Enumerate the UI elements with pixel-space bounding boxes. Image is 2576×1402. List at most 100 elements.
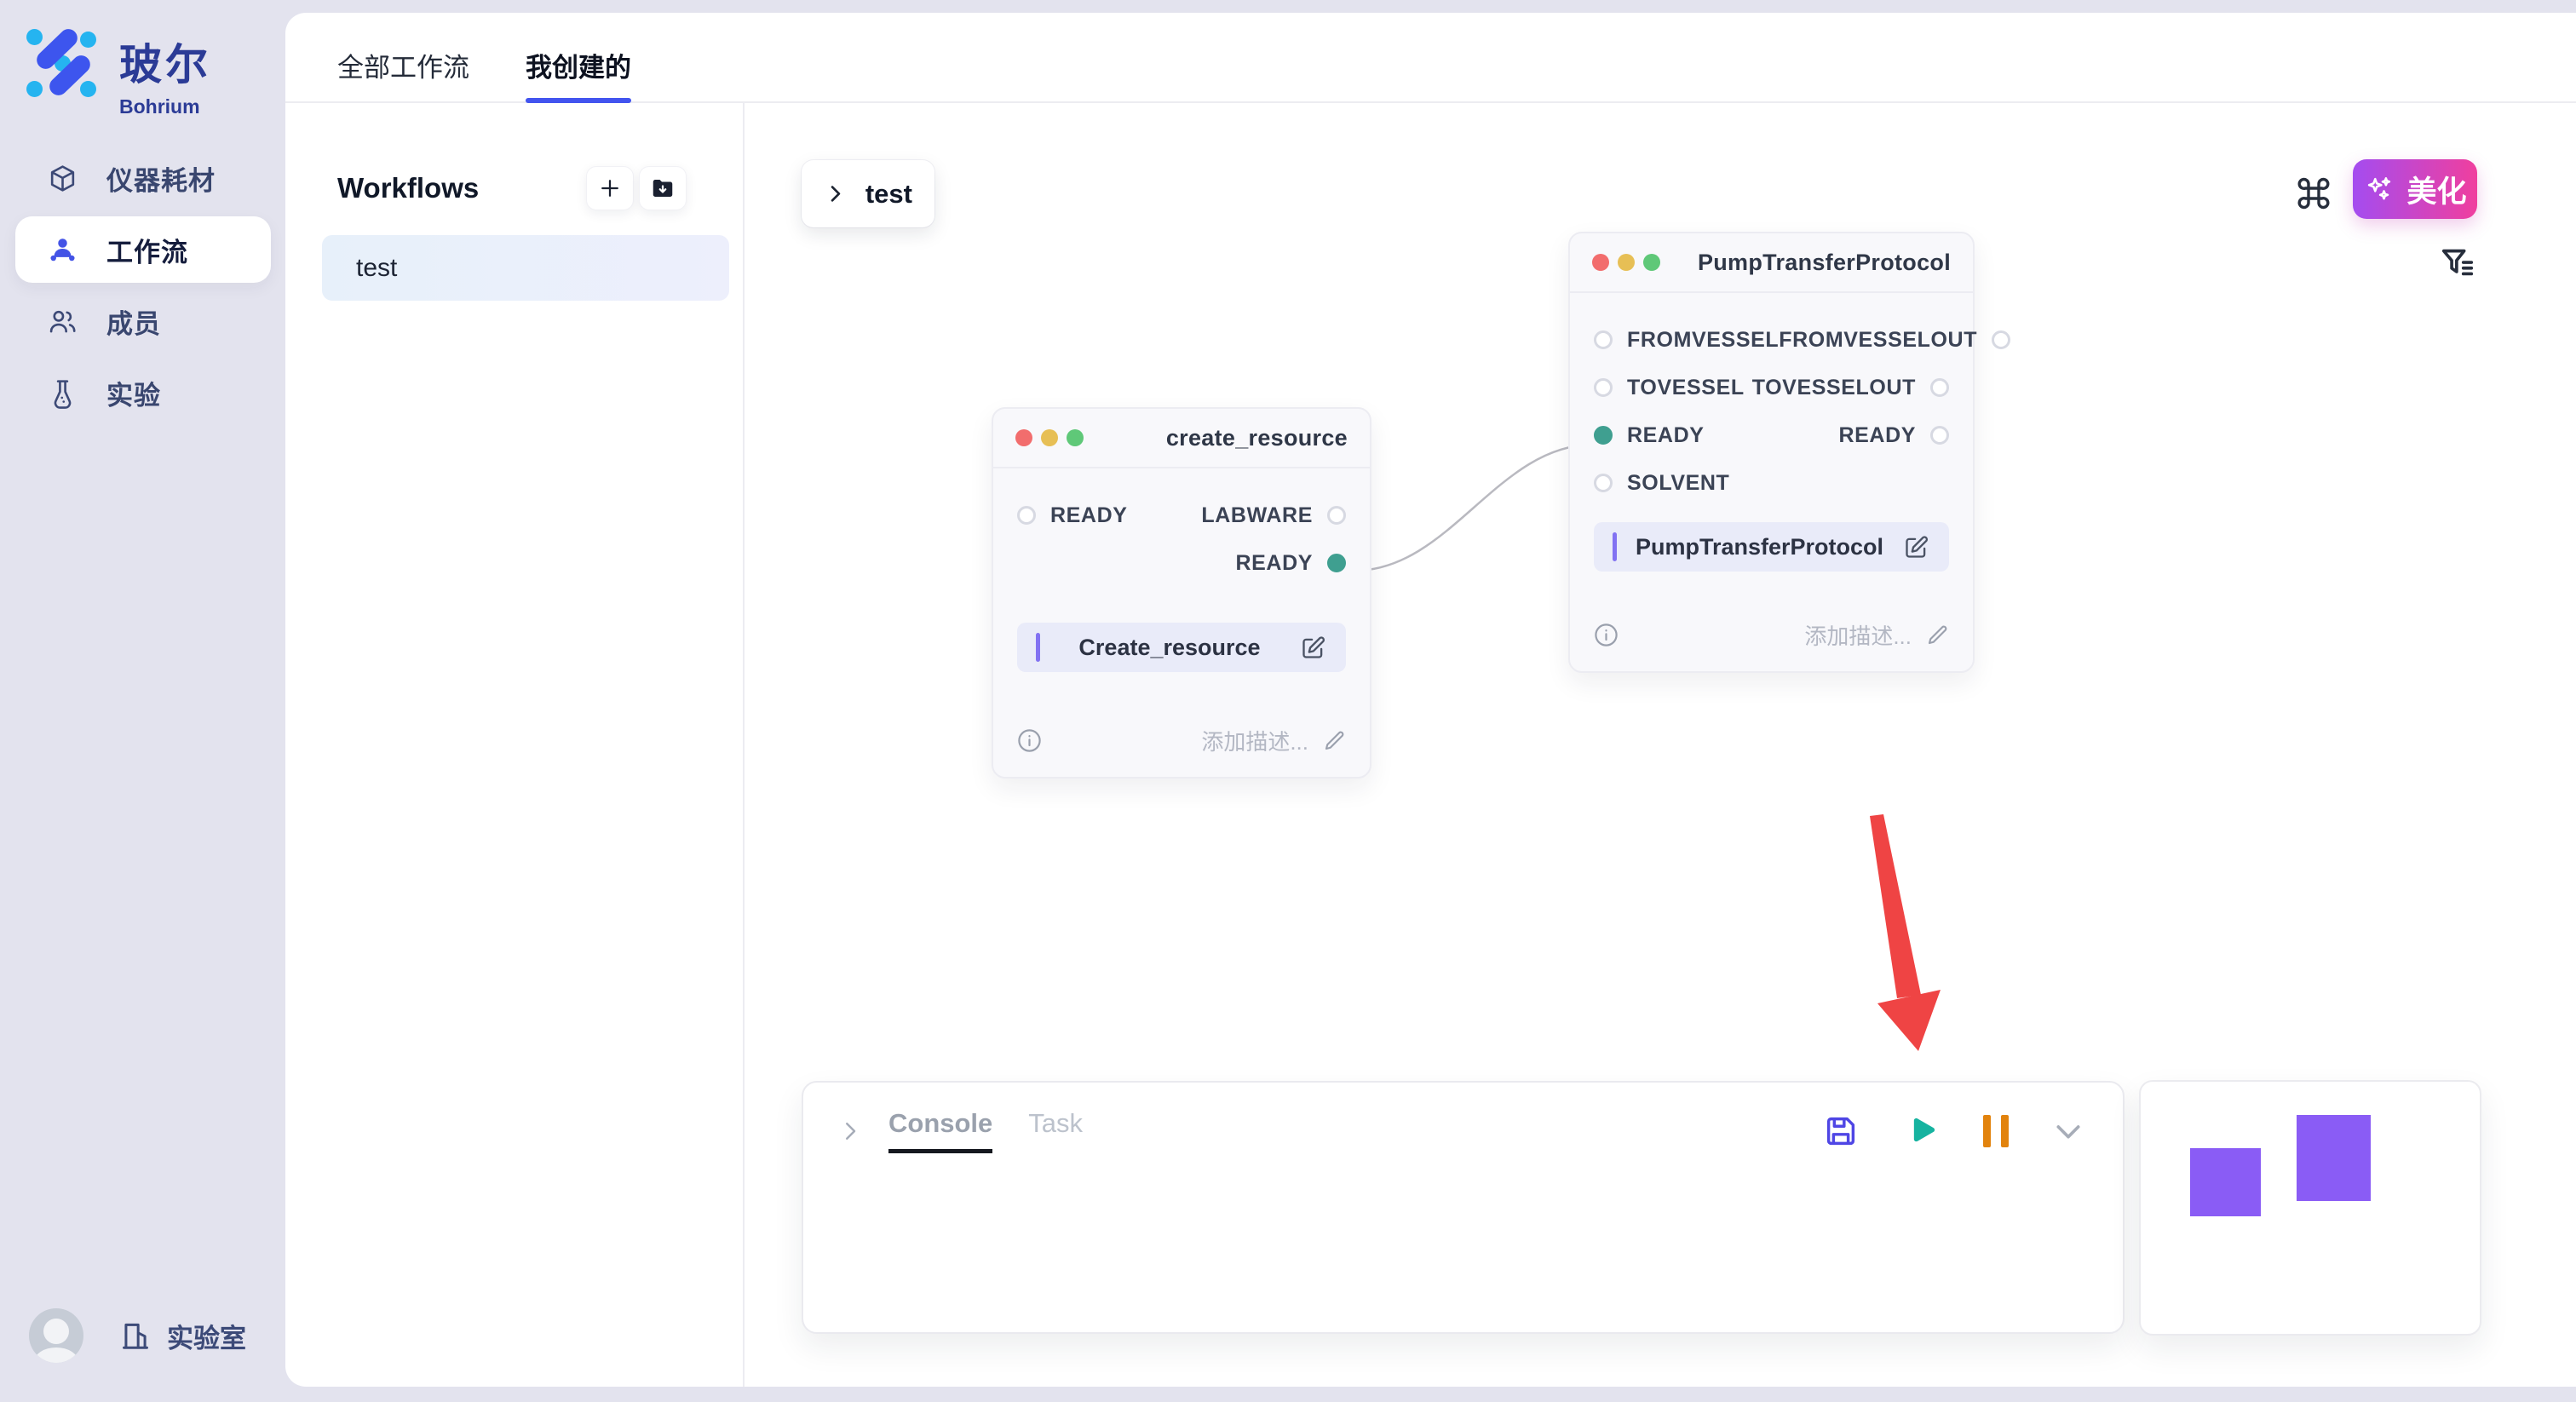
port-label: TOVESSELOUT [1752,376,1916,400]
workspace-label: 实验室 [167,1317,246,1355]
node-footer: 添加描述... [993,715,1370,765]
beautify-label: 美化 [2406,168,2466,211]
window-dots-icon [1015,429,1084,446]
tab-console[interactable]: Console [888,1108,992,1153]
minimap[interactable] [2139,1080,2481,1336]
sidebar-item-experiments[interactable]: 实验 [15,359,271,426]
info-icon[interactable] [1592,621,1620,649]
input-port-solvent[interactable]: SOLVENT [1594,471,1729,496]
output-port-fromvesselout[interactable]: FROMVESSELOUT [1779,328,2010,353]
breadcrumb-label: test [865,179,912,210]
edit-icon[interactable] [1299,634,1327,662]
user-avatar[interactable] [29,1308,83,1363]
workflow-canvas[interactable]: test 美化 create_resource [745,103,2576,1387]
workflow-list-item[interactable]: test [322,235,729,301]
command-icon [2293,173,2334,214]
workflows-panel: Workflows test [285,103,745,1387]
content-area: 全部工作流 我创建的 Workflows test [285,13,2576,1387]
tab-task[interactable]: Task [1028,1108,1083,1153]
input-port-ready[interactable]: READY [1017,503,1128,528]
node-create-resource[interactable]: create_resource READY LABWARE [992,407,1371,779]
port-circle-icon[interactable] [1594,426,1613,445]
sidebar-item-label: 实验 [106,374,161,412]
tab-label: 我创建的 [526,46,631,84]
edit-icon[interactable] [1902,533,1930,561]
add-workflow-button[interactable] [586,166,634,210]
info-icon[interactable] [1015,727,1044,755]
port-circle-icon[interactable] [1594,378,1613,397]
port-circle-icon[interactable] [1017,506,1036,525]
port-circle-icon[interactable] [1327,554,1346,572]
minimap-node [2190,1148,2261,1216]
chevron-right-icon[interactable] [837,1118,863,1144]
sidebar-item-instruments[interactable]: 仪器耗材 [15,145,271,211]
import-workflow-button[interactable] [639,166,687,210]
pause-button[interactable] [1983,1115,2009,1147]
port-circle-icon[interactable] [1327,506,1346,525]
node-action-bar[interactable]: Create_resource [1017,623,1346,672]
sparkles-icon [2363,173,2395,205]
filter-icon [2438,244,2477,283]
node-pump-transfer-protocol[interactable]: PumpTransferProtocol FROMVESSEL FROMVESS… [1568,232,1975,673]
chevron-right-icon [824,182,847,206]
port-label: READY [1627,423,1705,448]
input-port-fromvessel[interactable]: FROMVESSEL [1594,328,1779,353]
port-label: LABWARE [1201,503,1313,528]
workspace-switcher[interactable]: 实验室 [119,1317,246,1355]
breadcrumb[interactable]: test [802,160,934,227]
sidebar-item-members[interactable]: 成员 [15,288,271,354]
port-circle-icon[interactable] [1594,330,1613,349]
shortcuts-button[interactable] [2293,173,2334,214]
node-action-label: PumpTransferProtocol [1617,534,1902,560]
run-button[interactable] [1903,1112,1941,1150]
play-icon [1903,1112,1941,1150]
port-label: READY [1050,503,1128,528]
workflow-item-label: test [356,254,397,283]
sidebar-footer: 实验室 [29,1308,246,1363]
port-label: READY [1235,551,1313,576]
brand-name-zh: 玻尔 [119,31,211,92]
tab-all-workflows[interactable]: 全部工作流 [337,28,469,101]
input-port-ready[interactable]: READY [1594,423,1705,448]
workflows-panel-title: Workflows [337,172,479,204]
folder-download-icon [650,175,676,201]
building-icon [119,1319,152,1352]
filter-button[interactable] [2438,244,2477,283]
node-description-placeholder[interactable]: 添加描述... [1804,619,1912,651]
sidebar-item-label: 工作流 [106,231,188,269]
port-circle-icon[interactable] [1930,378,1949,397]
sidebar: 玻尔 Bohrium 仪器耗材 工作流 成员 实验 [0,0,285,1402]
output-port-ready[interactable]: READY [1235,551,1346,576]
sidebar-item-workflows[interactable]: 工作流 [15,216,271,283]
test-tube-icon [47,377,78,409]
node-header: PumpTransferProtocol [1570,233,1973,293]
workflow-tabbar: 全部工作流 我创建的 [285,13,2576,103]
sidebar-item-label: 仪器耗材 [106,159,216,198]
annotation-arrow [1870,814,1941,1051]
port-label: SOLVENT [1627,471,1729,496]
box-icon [47,163,78,194]
beautify-button[interactable]: 美化 [2353,159,2477,219]
port-circle-icon[interactable] [1594,474,1613,492]
tab-my-created[interactable]: 我创建的 [526,28,631,101]
workflow-icon [47,234,78,266]
node-action-bar[interactable]: PumpTransferProtocol [1594,522,1949,572]
input-port-tovessel[interactable]: TOVESSEL [1594,376,1745,400]
save-button[interactable] [1821,1112,1860,1151]
pencil-icon[interactable] [1322,727,1348,753]
pencil-icon[interactable] [1925,622,1951,647]
node-description-placeholder[interactable]: 添加描述... [1201,725,1308,756]
brand-logo: 玻尔 Bohrium [26,24,211,118]
output-port-labware[interactable]: LABWARE [1201,503,1346,528]
output-port-ready[interactable]: READY [1838,423,1949,448]
port-circle-icon[interactable] [1930,426,1949,445]
plus-icon [597,175,623,201]
window-dots-icon [1592,254,1660,271]
output-port-tovesselout[interactable]: TOVESSELOUT [1752,376,1949,400]
collapse-console-button[interactable] [2051,1114,2085,1148]
port-circle-icon[interactable] [1992,330,2010,349]
sidebar-item-label: 成员 [106,302,161,341]
node-action-label: Create_resource [1040,635,1299,661]
console-panel: Console Task [802,1081,2125,1334]
tab-label: 全部工作流 [337,46,469,84]
